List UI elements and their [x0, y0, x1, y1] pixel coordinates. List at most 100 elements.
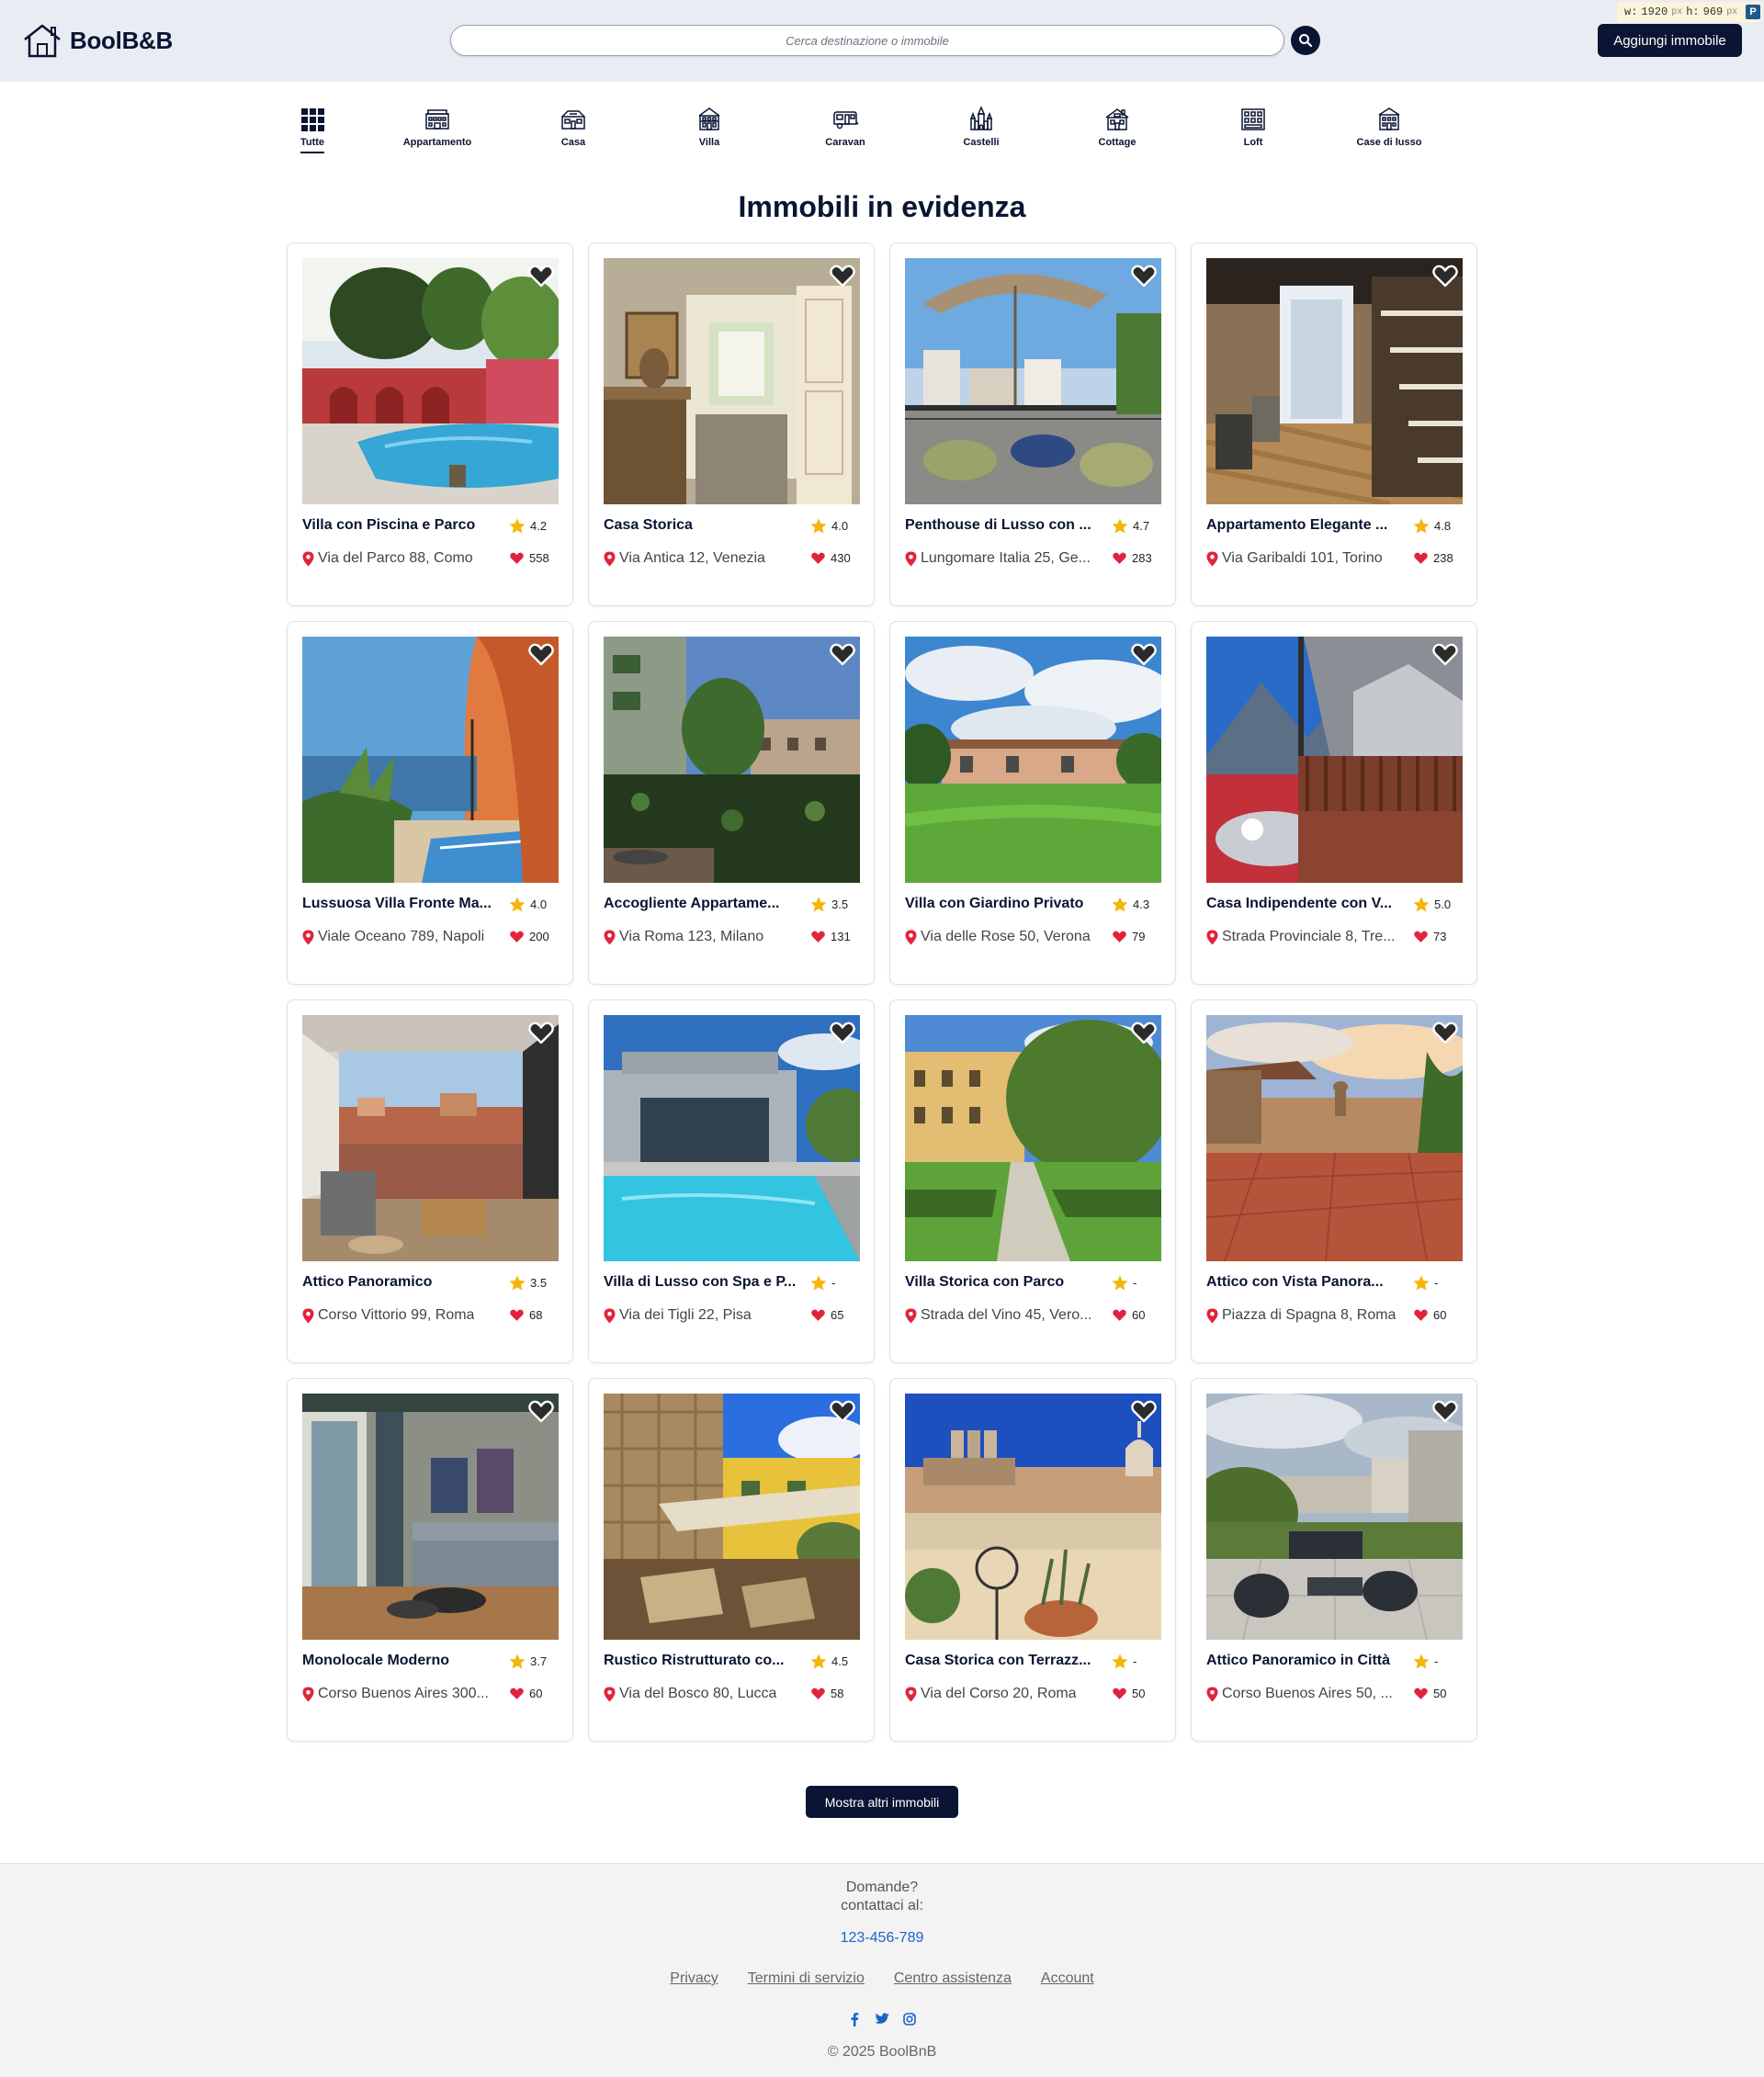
- property-image[interactable]: [604, 1015, 860, 1261]
- category-label: Castelli: [963, 137, 1000, 148]
- property-image[interactable]: [604, 1394, 860, 1640]
- property-image[interactable]: [1206, 637, 1463, 883]
- brand-logo[interactable]: BoolB&B: [22, 22, 173, 59]
- property-title[interactable]: Monolocale Moderno: [302, 1653, 500, 1669]
- favorite-button[interactable]: [1131, 264, 1157, 288]
- category-tutte[interactable]: Tutte: [257, 106, 368, 153]
- property-image[interactable]: [905, 1394, 1161, 1640]
- property-image[interactable]: [302, 1015, 559, 1261]
- location-pin-icon: [302, 1308, 314, 1323]
- property-title[interactable]: Rustico Ristrutturato co...: [604, 1653, 801, 1669]
- privacy-link[interactable]: Privacy: [670, 1970, 718, 1987]
- property-title[interactable]: Accogliente Appartame...: [604, 896, 801, 912]
- category-casa[interactable]: Casa: [518, 106, 628, 148]
- favorite-button[interactable]: [1131, 1399, 1157, 1423]
- property-likes: 68: [509, 1308, 542, 1322]
- property-card[interactable]: Rustico Ristrutturato co... 4.5 Via del …: [588, 1378, 875, 1742]
- property-card[interactable]: Attico Panoramico 3.5 Corso Vittorio 99,…: [287, 999, 573, 1363]
- favorite-button[interactable]: [528, 642, 554, 666]
- address-text: Via del Bosco 80, Lucca: [619, 1686, 777, 1701]
- footer-phone-link[interactable]: 123-456-789: [0, 1930, 1764, 1947]
- property-card[interactable]: Casa Indipendente con V... 5.0 Strada Pr…: [1191, 621, 1477, 985]
- property-image[interactable]: [905, 1015, 1161, 1261]
- property-card[interactable]: Monolocale Moderno 3.7 Corso Buenos Aire…: [287, 1378, 573, 1742]
- add-property-button[interactable]: Aggiungi immobile: [1598, 24, 1742, 57]
- property-image[interactable]: [1206, 1015, 1463, 1261]
- property-title[interactable]: Casa Storica con Terrazz...: [905, 1653, 1102, 1669]
- property-image[interactable]: [905, 637, 1161, 883]
- property-card[interactable]: Attico con Vista Panora... - Piazza di S…: [1191, 999, 1477, 1363]
- favorite-button[interactable]: [528, 264, 554, 288]
- property-card[interactable]: Lussuosa Villa Fronte Ma... 4.0 Viale Oc…: [287, 621, 573, 985]
- address-text: Corso Vittorio 99, Roma: [318, 1307, 475, 1323]
- property-image[interactable]: [604, 258, 860, 504]
- property-image[interactable]: [302, 637, 559, 883]
- property-card[interactable]: Attico Panoramico in Città - Corso Bueno…: [1191, 1378, 1477, 1742]
- property-title[interactable]: Penthouse di Lusso con ...: [905, 517, 1102, 534]
- heart-outline-icon: [1131, 643, 1157, 666]
- property-card[interactable]: Villa con Piscina e Parco 4.2 Via del Pa…: [287, 243, 573, 606]
- property-title[interactable]: Appartamento Elegante ...: [1206, 517, 1404, 534]
- instagram-icon[interactable]: [901, 2011, 918, 2027]
- property-likes: 60: [509, 1687, 542, 1700]
- property-title[interactable]: Villa di Lusso con Spa e P...: [604, 1274, 801, 1291]
- show-more-button[interactable]: Mostra altri immobili: [806, 1786, 958, 1818]
- property-title[interactable]: Villa Storica con Parco: [905, 1274, 1102, 1291]
- favorite-button[interactable]: [1131, 1021, 1157, 1044]
- category-caravan[interactable]: Caravan: [790, 106, 900, 148]
- property-title[interactable]: Attico Panoramico: [302, 1274, 500, 1291]
- property-image[interactable]: [302, 258, 559, 504]
- property-card[interactable]: Appartamento Elegante ... 4.8 Via Gariba…: [1191, 243, 1477, 606]
- property-title[interactable]: Casa Storica: [604, 517, 801, 534]
- favorite-button[interactable]: [830, 264, 855, 288]
- property-image[interactable]: [604, 637, 860, 883]
- terms-link[interactable]: Termini di servizio: [748, 1970, 865, 1987]
- category-loft[interactable]: Loft: [1198, 106, 1308, 148]
- property-image[interactable]: [1206, 1394, 1463, 1640]
- property-image[interactable]: [905, 258, 1161, 504]
- property-image[interactable]: [302, 1394, 559, 1640]
- property-title[interactable]: Casa Indipendente con V...: [1206, 896, 1404, 912]
- property-card[interactable]: Accogliente Appartame... 3.5 Via Roma 12…: [588, 621, 875, 985]
- parking-icon[interactable]: P: [1746, 5, 1760, 19]
- property-card[interactable]: Villa di Lusso con Spa e P... - Via dei …: [588, 999, 875, 1363]
- category-appartamento[interactable]: Appartamento: [382, 106, 492, 148]
- property-title[interactable]: Attico con Vista Panora...: [1206, 1274, 1404, 1291]
- property-likes: 238: [1413, 551, 1453, 565]
- property-title[interactable]: Attico Panoramico in Città: [1206, 1653, 1404, 1669]
- category-villa[interactable]: Villa: [654, 106, 764, 148]
- property-card[interactable]: Villa con Giardino Privato 4.3 Via delle…: [889, 621, 1176, 985]
- property-card[interactable]: Casa Storica 4.0 Via Antica 12, Venezia …: [588, 243, 875, 606]
- property-address: Via delle Rose 50, Verona: [905, 929, 1107, 945]
- search-input[interactable]: [450, 25, 1284, 56]
- favorite-button[interactable]: [830, 642, 855, 666]
- property-image[interactable]: [1206, 258, 1463, 504]
- property-card[interactable]: Penthouse di Lusso con ... 4.7 Lungomare…: [889, 243, 1176, 606]
- favorite-button[interactable]: [528, 1399, 554, 1423]
- favorite-button[interactable]: [1131, 642, 1157, 666]
- favorite-button[interactable]: [1432, 264, 1458, 288]
- category-cottage[interactable]: Cottage: [1062, 106, 1172, 148]
- search-button[interactable]: [1291, 26, 1320, 55]
- twitter-icon[interactable]: [874, 2011, 890, 2027]
- property-title[interactable]: Lussuosa Villa Fronte Ma...: [302, 896, 500, 912]
- account-link[interactable]: Account: [1041, 1970, 1094, 1987]
- category-castelli[interactable]: Castelli: [926, 106, 1036, 148]
- favorite-button[interactable]: [1432, 1021, 1458, 1044]
- help-center-link[interactable]: Centro assistenza: [894, 1970, 1012, 1987]
- favorite-button[interactable]: [1432, 1399, 1458, 1423]
- property-title[interactable]: Villa con Piscina e Parco: [302, 517, 500, 534]
- property-card[interactable]: Villa Storica con Parco - Strada del Vin…: [889, 999, 1176, 1363]
- favorite-button[interactable]: [528, 1021, 554, 1044]
- property-card[interactable]: Casa Storica con Terrazz... - Via del Co…: [889, 1378, 1176, 1742]
- favorite-button[interactable]: [830, 1021, 855, 1044]
- star-icon: [509, 1275, 526, 1291]
- category-case-di-lusso[interactable]: Case di lusso: [1334, 106, 1444, 148]
- property-likes: 50: [1413, 1687, 1446, 1700]
- favorite-button[interactable]: [830, 1399, 855, 1423]
- favorite-button[interactable]: [1432, 642, 1458, 666]
- heart-icon: [1113, 1688, 1126, 1699]
- height-value: 969: [1702, 6, 1724, 18]
- facebook-icon[interactable]: [846, 2011, 863, 2027]
- property-title[interactable]: Villa con Giardino Privato: [905, 896, 1102, 912]
